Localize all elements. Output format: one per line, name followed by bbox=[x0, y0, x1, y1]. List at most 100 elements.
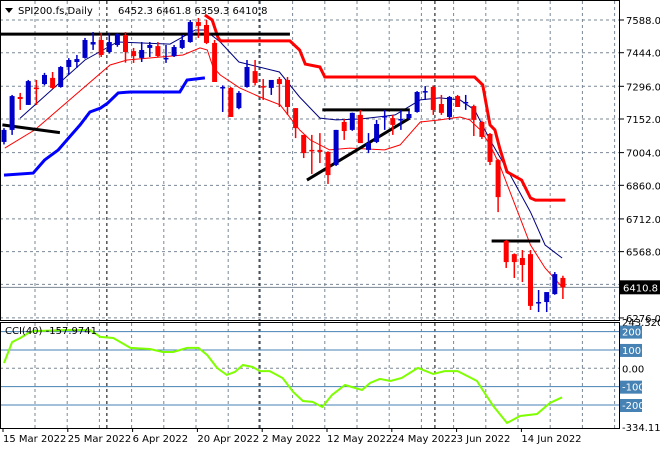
time-tick-label: 20 Apr 2022 bbox=[197, 434, 259, 445]
price-tick-label: 7004.0 bbox=[626, 149, 660, 160]
cci-panel bbox=[0, 329, 620, 425]
cci-level-label: -100 bbox=[622, 383, 645, 394]
cci-panel-frame bbox=[0, 322, 620, 429]
time-tick-label: 25 Mar 2022 bbox=[68, 434, 131, 445]
candle-bull bbox=[544, 292, 550, 303]
axes: 7588.0 7444.0 7296.0 7152.0 7004.0 6860.0 6712… bbox=[2, 16, 660, 445]
candle-bull bbox=[552, 274, 558, 295]
trendlines[interactable] bbox=[0, 32, 541, 243]
candles bbox=[1, 17, 566, 313]
candle-bear bbox=[285, 79, 290, 107]
candle-bull bbox=[1, 129, 7, 142]
stop-lower-line bbox=[3, 76, 206, 177]
candle-bear bbox=[495, 160, 501, 198]
candle-bull bbox=[268, 79, 274, 88]
candle-bear bbox=[195, 22, 201, 26]
candle-bull bbox=[236, 92, 242, 109]
cci-level-label: -200 bbox=[622, 401, 645, 412]
cci-line bbox=[3, 329, 563, 425]
candle-bear bbox=[560, 277, 566, 288]
ohlc-readout: 6452.3 6461.8 6359.3 6410.8 bbox=[118, 6, 268, 17]
ma-upper-line bbox=[19, 29, 563, 259]
time-tick-label: 6 Apr 2022 bbox=[133, 434, 188, 445]
candle-bear bbox=[430, 86, 436, 110]
candle-bull bbox=[25, 81, 31, 105]
price-tick-label: 7152.0 bbox=[626, 115, 660, 126]
time-tick-label: 2 May 2022 bbox=[262, 434, 321, 445]
candle-bear bbox=[511, 254, 517, 263]
candle-bull bbox=[147, 44, 153, 48]
candle-bull bbox=[447, 96, 452, 117]
candle-bear bbox=[519, 257, 525, 266]
candle-bear bbox=[503, 240, 509, 263]
candle-bear bbox=[471, 106, 477, 120]
candle-bull bbox=[333, 129, 339, 165]
candle-bear bbox=[17, 96, 23, 100]
candle-bull bbox=[66, 59, 72, 68]
time-tick-label: 15 Mar 2022 bbox=[3, 434, 66, 445]
time-tick-label: 24 May 2022 bbox=[392, 434, 457, 445]
candle-bull bbox=[244, 67, 250, 87]
chart-title: SPI200.fs,Daily bbox=[18, 6, 93, 17]
cci-label: CCI(40) -157.9741 bbox=[5, 326, 97, 337]
candle-bull bbox=[536, 302, 542, 304]
candle-bull bbox=[114, 34, 120, 45]
price-tick-label: 6568.0 bbox=[626, 248, 660, 259]
price-tick-label: 7588.0 bbox=[626, 16, 660, 27]
price-tick-label: 6712.0 bbox=[626, 215, 660, 226]
candle-bull bbox=[106, 42, 112, 53]
candle-bear bbox=[341, 121, 347, 132]
candle-bear bbox=[123, 34, 128, 53]
candle-bull bbox=[9, 96, 15, 130]
candle-bull bbox=[179, 39, 185, 48]
candle-bear bbox=[50, 77, 56, 88]
candle-bull bbox=[463, 101, 469, 104]
candle-bear bbox=[325, 151, 331, 176]
candle-bull bbox=[171, 47, 177, 57]
candle-bear bbox=[276, 79, 282, 85]
candle-bull bbox=[349, 112, 355, 130]
candle-bull bbox=[58, 67, 64, 87]
candle-bear bbox=[390, 118, 396, 125]
candle-bull bbox=[422, 91, 428, 93]
time-tick-label: 12 May 2022 bbox=[327, 434, 392, 445]
price-tick-label: 7296.0 bbox=[626, 82, 660, 93]
candle-bull bbox=[220, 86, 226, 89]
candle-bear bbox=[479, 121, 485, 137]
candle-bear bbox=[228, 87, 234, 117]
chart-window[interactable]: 7588.0 7444.0 7296.0 7152.0 7004.0 6860.0 6712… bbox=[0, 0, 660, 450]
candle-bear bbox=[438, 104, 444, 113]
cci-axis-label: 0.00 bbox=[622, 364, 644, 375]
candle-bear bbox=[301, 134, 307, 154]
cci-axis-label: -334.110 bbox=[622, 423, 660, 434]
candle-bear bbox=[260, 86, 266, 88]
candle-bull bbox=[42, 74, 47, 85]
candle-bull bbox=[187, 22, 193, 43]
candle-bear bbox=[528, 254, 533, 306]
price-tick-label: 7444.0 bbox=[626, 49, 660, 60]
candle-bear bbox=[293, 108, 299, 129]
candle-bear bbox=[98, 39, 104, 55]
time-tick-label: 14 Jun 2022 bbox=[521, 434, 581, 445]
candle-bull bbox=[366, 143, 371, 150]
candle-bull bbox=[163, 57, 169, 60]
candle-bear bbox=[33, 87, 39, 90]
candle-bear bbox=[309, 149, 315, 152]
candle-bear bbox=[455, 96, 461, 107]
stop-upper-line bbox=[204, 13, 566, 202]
cci-level-label: 100 bbox=[622, 346, 641, 357]
cci-level-label: 200 bbox=[622, 328, 641, 339]
candle-bull bbox=[90, 42, 96, 45]
candle-bear bbox=[204, 24, 209, 43]
price-tick-label: 6860.0 bbox=[626, 181, 660, 192]
candle-bear bbox=[357, 114, 363, 144]
time-tick-label: 3 Jun 2022 bbox=[457, 434, 511, 445]
current-price-label: 6410.8 bbox=[623, 283, 658, 294]
candle-bull bbox=[406, 114, 412, 119]
candle-bull bbox=[82, 39, 88, 58]
candle-bear bbox=[212, 42, 218, 82]
triangle-down-icon[interactable] bbox=[5, 8, 13, 13]
candle-bull bbox=[374, 124, 380, 142]
candle-bull bbox=[414, 91, 420, 112]
period-separators bbox=[106, 1, 436, 428]
